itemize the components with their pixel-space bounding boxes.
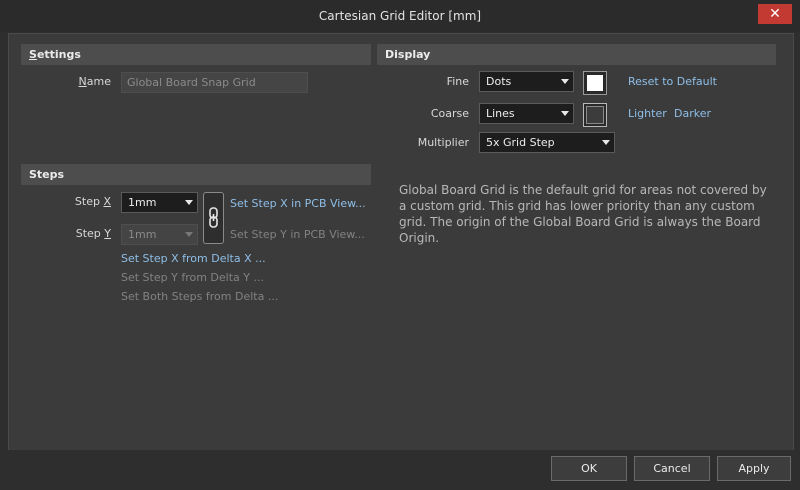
lighter-link[interactable]: Lighter <box>628 107 667 120</box>
step-y-dropdown[interactable]: 1mm <box>121 224 198 245</box>
name-label: Name <box>78 75 111 88</box>
cancel-button[interactable]: Cancel <box>634 456 710 481</box>
coarse-color-fill <box>586 106 604 124</box>
multiplier-dropdown[interactable]: 5x Grid Step <box>479 132 615 153</box>
step-y-label: Step Y <box>75 227 111 240</box>
chevron-down-icon <box>561 79 569 84</box>
set-step-x-in-pcb-view-link[interactable]: Set Step X in PCB View... <box>230 197 366 210</box>
fine-style-dropdown[interactable]: Dots <box>479 71 574 92</box>
chevron-down-icon <box>602 140 610 145</box>
ok-button[interactable]: OK <box>551 456 627 481</box>
set-step-x-from-delta-link[interactable]: Set Step X from Delta X ... <box>121 252 266 265</box>
steps-header: Steps <box>21 164 371 185</box>
close-icon: ✕ <box>769 6 781 22</box>
window-title: Cartesian Grid Editor [mm] <box>318 9 482 23</box>
chain-link-icon <box>209 207 218 228</box>
fine-color-swatch[interactable] <box>583 71 607 95</box>
name-field[interactable]: Global Board Snap Grid <box>121 72 308 93</box>
set-step-y-from-delta-link[interactable]: Set Step Y from Delta Y ... <box>121 271 264 284</box>
coarse-label: Coarse <box>430 107 469 120</box>
apply-button[interactable]: Apply <box>717 456 791 481</box>
chevron-down-icon <box>185 232 193 237</box>
set-both-steps-from-delta-link[interactable]: Set Both Steps from Delta ... <box>121 290 278 303</box>
darker-link[interactable]: Darker <box>674 107 711 120</box>
fine-color-fill <box>587 75 603 91</box>
reset-to-default-link[interactable]: Reset to Default <box>628 75 717 88</box>
set-step-y-in-pcb-view-link[interactable]: Set Step Y in PCB View... <box>230 228 365 241</box>
title-bar: Cartesian Grid Editor [mm] ✕ <box>0 0 800 32</box>
close-button[interactable]: ✕ <box>758 4 792 24</box>
coarse-style-dropdown[interactable]: Lines <box>479 103 574 124</box>
step-x-dropdown[interactable]: 1mm <box>121 192 198 213</box>
display-header: Display <box>377 44 776 65</box>
settings-header: Settings <box>21 44 371 65</box>
coarse-color-swatch[interactable] <box>583 103 607 127</box>
dialog-body: Settings Name Global Board Snap Grid Ste… <box>8 33 794 451</box>
link-steps-toggle[interactable] <box>203 192 224 244</box>
step-x-label: Step X <box>74 195 111 208</box>
chevron-down-icon <box>185 200 193 205</box>
fine-label: Fine <box>446 75 469 88</box>
chevron-down-icon <box>561 111 569 116</box>
multiplier-label: Multiplier <box>417 136 469 149</box>
grid-description: Global Board Grid is the default grid fo… <box>399 183 767 245</box>
